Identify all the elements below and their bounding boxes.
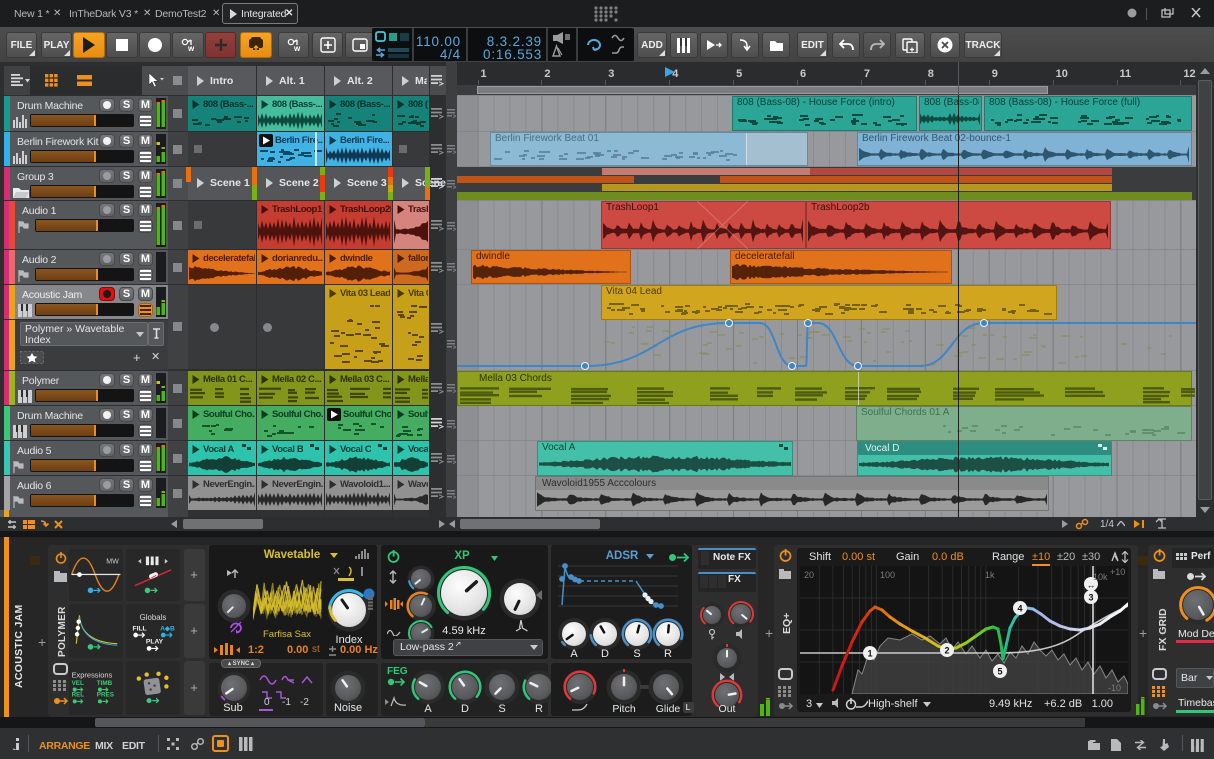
svg-text:w: w [187, 44, 195, 53]
svg-text:5: 5 [997, 667, 1002, 677]
svg-text:w: w [293, 44, 301, 53]
svg-text:1: 1 [867, 649, 872, 659]
svg-text:4: 4 [1017, 604, 1022, 614]
svg-text:A◆B: A◆B [160, 625, 175, 632]
svg-text:TIMB: TIMB [97, 680, 113, 687]
svg-text:2: 2 [944, 646, 949, 656]
svg-text:Globals: Globals [140, 613, 167, 622]
svg-text:PLAY: PLAY [146, 639, 164, 646]
svg-text:PRES: PRES [97, 692, 114, 699]
svg-text:REL: REL [72, 692, 85, 699]
svg-text:3: 3 [1088, 593, 1093, 603]
svg-text:MW: MW [106, 558, 119, 566]
svg-text:FILL: FILL [133, 625, 147, 632]
svg-text:VEL: VEL [72, 680, 84, 687]
svg-text:Expressions: Expressions [72, 671, 113, 680]
